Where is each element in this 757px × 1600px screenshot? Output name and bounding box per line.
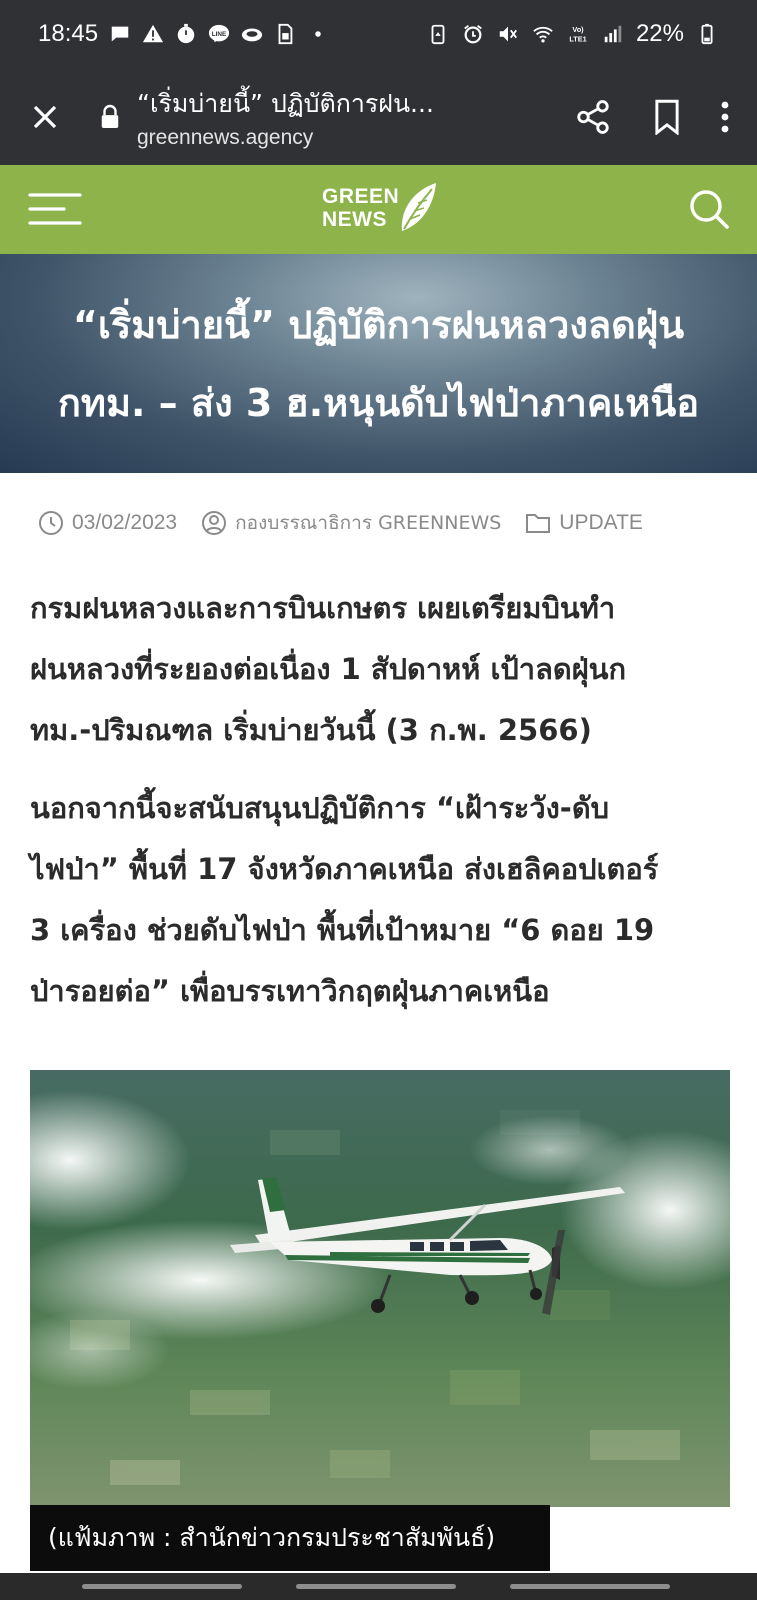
photo-caption: (แฟ้มภาพ : สำนักข่าวกรมประชาสัมพันธ์) xyxy=(30,1505,550,1571)
dot-icon xyxy=(306,22,330,46)
article-paragraph-1: กรมฝนหลวงและการบินเกษตร เผยเตรียมบินทำ ฝ… xyxy=(30,578,730,761)
paragraph-2-line-1: นอกจากนี้จะสนับสนุนปฏิบัติการ “เฝ้าระวัง… xyxy=(30,791,610,825)
line-icon: LINE xyxy=(207,22,231,46)
paragraph-2-line-3: 3 เครื่อง ช่วยดับไฟป่า พื้นที่เป้าหมาย “… xyxy=(30,913,655,947)
sim-icon xyxy=(273,22,297,46)
clock-icon xyxy=(39,511,63,535)
menu-button[interactable] xyxy=(28,191,82,227)
lock-icon[interactable] xyxy=(97,102,123,132)
paragraph-1-line-3: ทม.-ปริมณฑล เริ่มบ่ายวันนี้ (3 ก.พ. 2566… xyxy=(30,713,592,747)
site-logo[interactable]: GREEN NEWS xyxy=(322,183,440,237)
more-options-button[interactable] xyxy=(705,87,745,147)
timer-icon xyxy=(174,22,198,46)
paragraph-2-line-4: ป่ารอยต่อ” เพื่อบรรเทาวิกฤตฝุ่นภาคเหนือ xyxy=(30,974,550,1008)
folder-icon xyxy=(526,514,551,533)
user-icon xyxy=(202,511,227,535)
svg-text:Vo): Vo) xyxy=(572,25,584,34)
author-text: กองบรรณาธิการ GREENNEWS xyxy=(235,512,502,534)
battery-icon xyxy=(695,22,719,46)
svg-text:LTE1: LTE1 xyxy=(569,34,586,43)
site-header: GREEN NEWS xyxy=(0,165,757,254)
bookmark-icon xyxy=(655,99,679,135)
aircraft-photo xyxy=(30,1070,730,1507)
category-text: UPDATE xyxy=(559,511,643,534)
status-bar: 18:45 LINE Vo) LTE1 22% xyxy=(0,0,757,68)
nav-handle-center[interactable] xyxy=(296,1584,456,1589)
article-title-line-2: กทม. – ส่ง 3 ฮ.หนุนดับไฟป่าภาคเหนือ xyxy=(57,380,700,425)
paragraph-1-line-1: กรมฝนหลวงและการบินเกษตร เผยเตรียมบินทำ xyxy=(30,591,616,625)
meta-author[interactable]: กองบรรณาธิการ GREENNEWS xyxy=(201,508,501,538)
article-paragraph-2: นอกจากนี้จะสนับสนุนปฏิบัติการ “เฝ้าระวัง… xyxy=(30,778,730,1022)
page-domain: greennews.agency xyxy=(137,125,314,149)
volte-icon: Vo) LTE1 xyxy=(566,22,590,46)
cloud-icon xyxy=(240,22,264,46)
search-button[interactable] xyxy=(687,187,731,231)
article-body: กรมฝนหลวงและการบินเกษตร เผยเตรียมบินทำ ฝ… xyxy=(30,578,730,1039)
photo-caption-text: (แฟ้มภาพ : สำนักข่าวกรมประชาสัมพันธ์) xyxy=(48,1523,496,1552)
paragraph-2-line-2: ไฟป่า” พื้นที่ 17 จังหวัดภาคเหนือ ส่งเฮล… xyxy=(30,852,659,886)
date-text: 03/02/2023 xyxy=(72,511,178,534)
hamburger-icon xyxy=(28,193,82,225)
svg-text:LINE: LINE xyxy=(212,31,227,38)
message-icon xyxy=(108,22,132,46)
logo-line-1: GREEN xyxy=(322,185,400,208)
share-icon xyxy=(577,99,609,134)
close-icon xyxy=(33,105,57,128)
article-hero: “เริ่มบ่ายนี้” ปฏิบัติการฝนหลวงลดฝุ่น กท… xyxy=(0,254,757,473)
more-icon xyxy=(721,101,729,132)
close-tab-button[interactable] xyxy=(25,97,65,137)
battery-saver-icon xyxy=(426,22,450,46)
share-button[interactable] xyxy=(563,87,623,147)
article-title-line-1: “เริ่มบ่ายนี้” ปฏิบัติการฝนหลวงลดฝุ่น xyxy=(72,302,685,347)
article-title: “เริ่มบ่ายนี้” ปฏิบัติการฝนหลวงลดฝุ่น กท… xyxy=(38,286,719,442)
meta-category[interactable]: UPDATE xyxy=(525,510,643,536)
mute-icon xyxy=(496,22,520,46)
status-time: 18:45 xyxy=(38,20,99,47)
gesture-navigation-bar xyxy=(0,1573,757,1600)
bookmark-button[interactable] xyxy=(637,87,697,147)
alarm-icon xyxy=(461,22,485,46)
nav-handle-right[interactable] xyxy=(510,1584,670,1589)
article-meta: 03/02/2023 กองบรรณาธิการ GREENNEWS UPDAT… xyxy=(38,505,738,541)
meta-date: 03/02/2023 xyxy=(38,510,177,536)
paragraph-1-line-2: ฝนหลวงที่ระยองต่อเนื่อง 1 สัปดาหห์ เป้าล… xyxy=(30,652,627,686)
article-photo[interactable] xyxy=(30,1070,730,1507)
signal-icon xyxy=(601,22,625,46)
nav-handle-left[interactable] xyxy=(82,1584,242,1589)
page-title: “เริ่มบ่ายนี้” ปฏิบัติการฝน... xyxy=(137,88,434,118)
battery-percent: 22% xyxy=(635,20,684,47)
warning-icon xyxy=(141,22,165,46)
logo-line-2: NEWS xyxy=(322,208,387,231)
browser-toolbar: “เริ่มบ่ายนี้” ปฏิบัติการฝน... greennews… xyxy=(0,68,757,165)
wifi-icon xyxy=(531,22,555,46)
leaf-icon xyxy=(401,183,436,231)
url-bar[interactable]: “เริ่มบ่ายนี้” ปฏิบัติการฝน... greennews… xyxy=(137,84,492,150)
search-icon xyxy=(690,190,729,229)
